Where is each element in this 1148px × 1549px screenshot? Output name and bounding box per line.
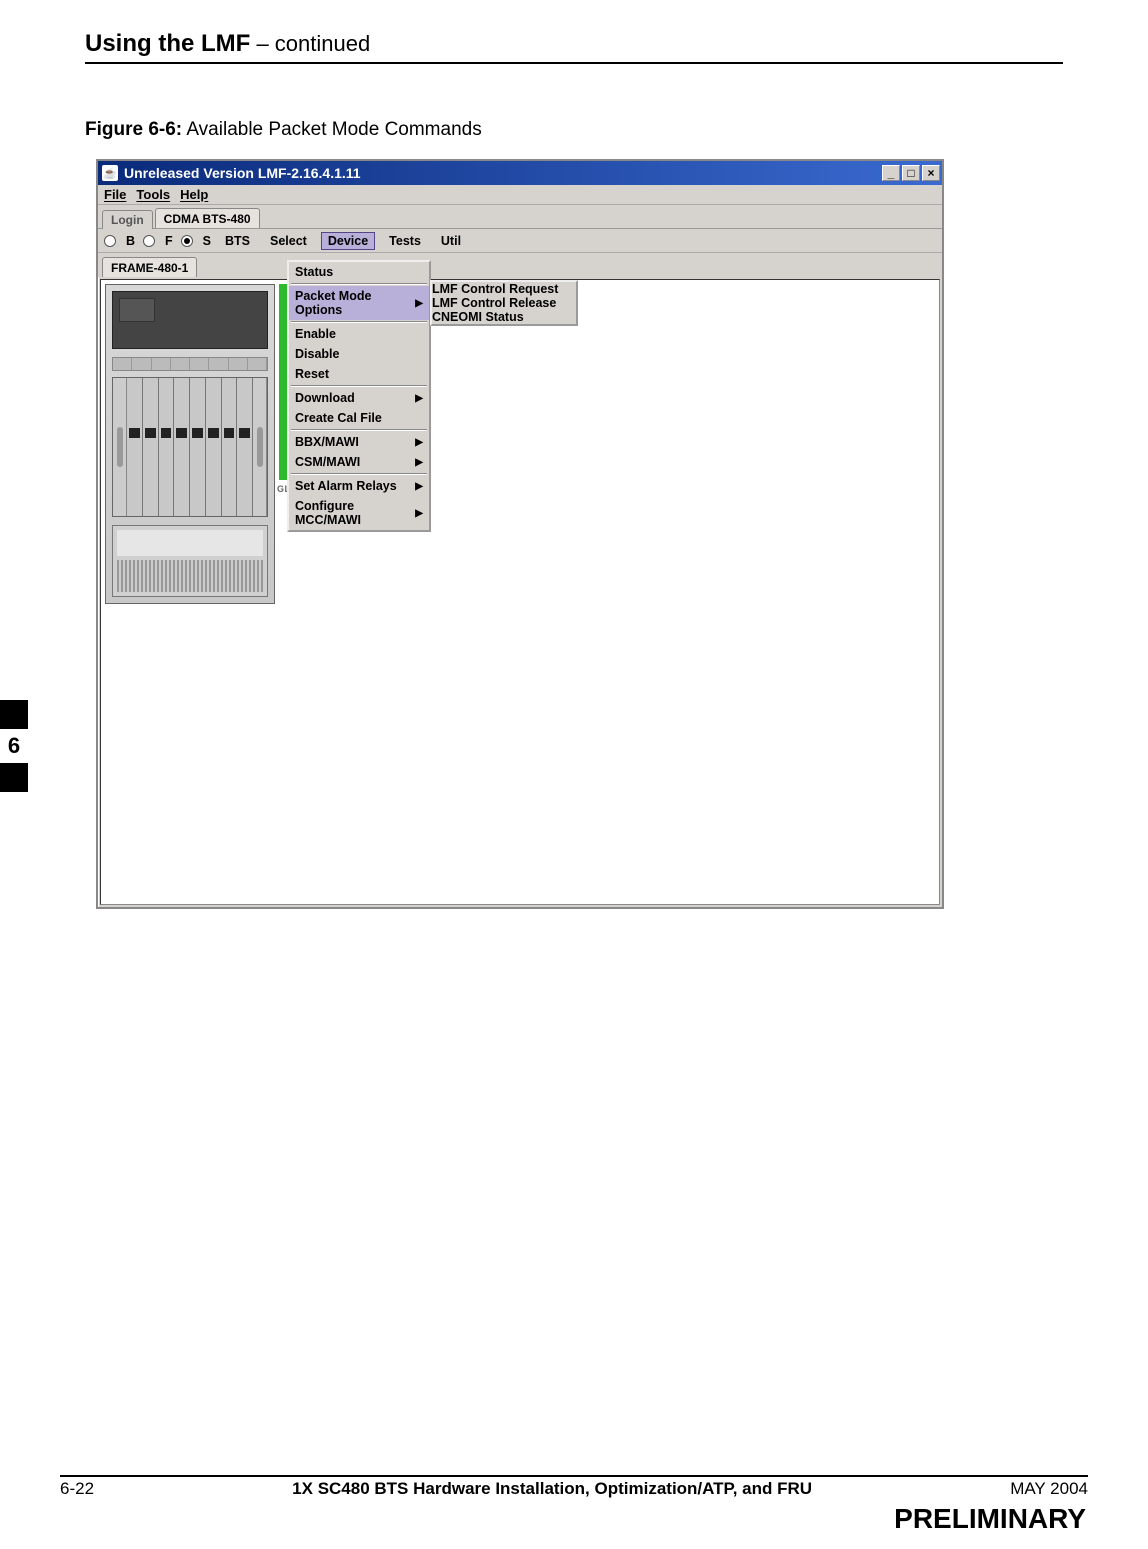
- menu-tools[interactable]: Tools: [136, 187, 170, 202]
- label-s: S: [203, 234, 211, 248]
- tab-row-frame: FRAME-480-1: [98, 253, 942, 277]
- figure-caption: Figure 6-6: Available Packet Mode Comman…: [85, 119, 1088, 141]
- radio-f[interactable]: [143, 235, 155, 247]
- toolbar-device[interactable]: Device: [321, 232, 375, 250]
- toolbar: B F S BTS Select Device Tests Util: [98, 229, 942, 253]
- footer-page-number: 6-22: [60, 1479, 94, 1499]
- chapter-tab: 6: [0, 700, 28, 792]
- radio-b[interactable]: [104, 235, 116, 247]
- menu-packet-mode-options[interactable]: Packet Mode Options▶: [289, 286, 429, 320]
- section-title: Using the LMF: [85, 30, 250, 57]
- content-pane: GLI3 MCC BBX Status Packet Mode Options▶…: [100, 279, 940, 905]
- tab-cdma-bts[interactable]: CDMA BTS-480: [155, 208, 260, 228]
- label-f: F: [165, 234, 173, 248]
- footer-doc-title: 1X SC480 BTS Hardware Installation, Opti…: [292, 1479, 812, 1499]
- toolbar-select[interactable]: Select: [264, 233, 313, 249]
- menu-help[interactable]: Help: [180, 187, 208, 202]
- tab-row-main: Login CDMA BTS-480: [98, 205, 942, 229]
- chevron-right-icon: ▶: [415, 457, 423, 468]
- menu-create-cal-file[interactable]: Create Cal File: [289, 408, 429, 428]
- toolbar-bts[interactable]: BTS: [219, 233, 256, 249]
- chapter-number: 6: [0, 729, 28, 763]
- figure-label: Figure 6-6:: [85, 119, 182, 140]
- chevron-right-icon: ▶: [415, 298, 423, 309]
- toolbar-util[interactable]: Util: [435, 233, 467, 249]
- menu-csm-mawi[interactable]: CSM/MAWI▶: [289, 452, 429, 472]
- menu-enable[interactable]: Enable: [289, 324, 429, 344]
- close-button[interactable]: ×: [922, 165, 940, 181]
- menubar: File Tools Help: [98, 185, 942, 205]
- radio-s[interactable]: [181, 235, 193, 247]
- menu-status[interactable]: Status: [289, 262, 429, 282]
- menu-bbx-mawi[interactable]: BBX/MAWI▶: [289, 432, 429, 452]
- minimize-button[interactable]: _: [882, 165, 900, 181]
- label-b: B: [126, 234, 135, 248]
- chevron-right-icon: ▶: [415, 393, 423, 404]
- status-bar-green: [279, 284, 287, 480]
- menu-disable[interactable]: Disable: [289, 344, 429, 364]
- chevron-right-icon: ▶: [415, 508, 423, 519]
- menu-configure-mcc-mawi[interactable]: Configure MCC/MAWI▶: [289, 496, 429, 530]
- equipment-rack[interactable]: [105, 284, 275, 604]
- chevron-right-icon: ▶: [415, 437, 423, 448]
- titlebar: ☕ Unreleased Version LMF-2.16.4.1.11 _ □…: [98, 161, 942, 185]
- maximize-button[interactable]: □: [902, 165, 920, 181]
- app-window: ☕ Unreleased Version LMF-2.16.4.1.11 _ □…: [96, 159, 944, 909]
- tab-login[interactable]: Login: [102, 210, 153, 229]
- device-menu: Status Packet Mode Options▶ Enable Disab…: [287, 260, 431, 532]
- toolbar-tests[interactable]: Tests: [383, 233, 427, 249]
- footer-date: MAY 2004: [1010, 1479, 1088, 1499]
- menu-set-alarm-relays[interactable]: Set Alarm Relays▶: [289, 476, 429, 496]
- packet-mode-submenu: LMF Control Request LMF Control Release …: [430, 280, 578, 326]
- menu-file[interactable]: File: [104, 187, 126, 202]
- section-header: Using the LMF – continued: [85, 30, 1088, 58]
- footer-status: PRELIMINARY: [60, 1503, 1086, 1535]
- menu-reset[interactable]: Reset: [289, 364, 429, 384]
- figure-text: Available Packet Mode Commands: [182, 119, 482, 140]
- window-title: Unreleased Version LMF-2.16.4.1.11: [124, 165, 361, 181]
- header-rule: [85, 62, 1063, 64]
- java-icon: ☕: [102, 165, 118, 181]
- menu-download[interactable]: Download▶: [289, 388, 429, 408]
- submenu-cneomi-status[interactable]: CNEOMI Status: [432, 310, 576, 324]
- tab-frame-480-1[interactable]: FRAME-480-1: [102, 257, 197, 277]
- section-continued: – continued: [250, 31, 370, 56]
- footer-rule: [60, 1475, 1088, 1477]
- submenu-lmf-control-release[interactable]: LMF Control Release: [432, 296, 576, 310]
- submenu-lmf-control-request[interactable]: LMF Control Request: [432, 282, 576, 296]
- page-footer: 6-22 1X SC480 BTS Hardware Installation,…: [60, 1475, 1088, 1535]
- chevron-right-icon: ▶: [415, 481, 423, 492]
